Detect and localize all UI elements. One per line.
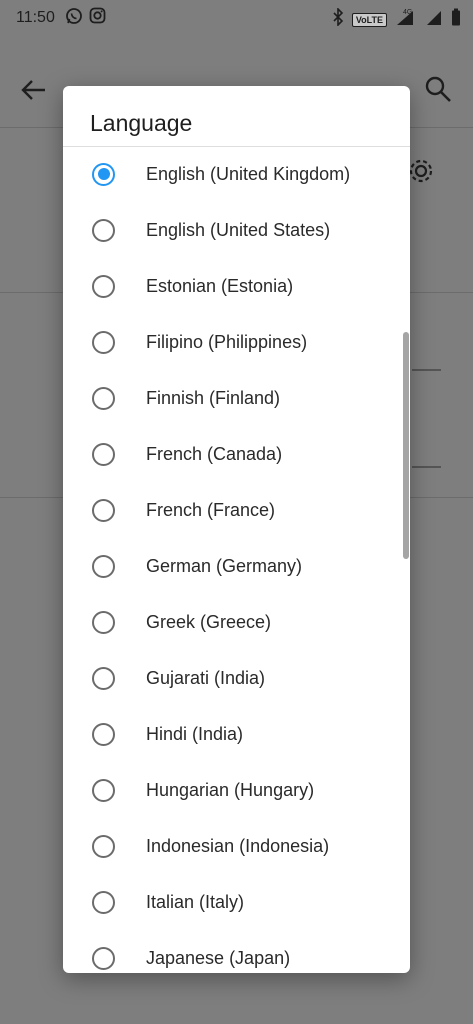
- volte-icon: VoLTE: [351, 12, 387, 27]
- signal-bars-icon: [425, 8, 443, 31]
- signal-4g-icon: 4G: [395, 8, 417, 31]
- language-option-label: Finnish (Finland): [146, 387, 281, 408]
- radio-unselected[interactable]: [92, 274, 115, 298]
- language-option[interactable]: Hungarian (Hungary): [63, 762, 410, 818]
- language-option-label: French (Canada): [146, 443, 283, 464]
- radio-selected[interactable]: [92, 162, 115, 186]
- language-option-label: Greek (Greece): [146, 611, 272, 632]
- gear-icon: [406, 156, 436, 191]
- language-option[interactable]: Finnish (Finland): [63, 370, 410, 426]
- language-option-label: Gujarati (India): [146, 667, 266, 688]
- instagram-icon: [89, 7, 106, 29]
- search-icon[interactable]: [423, 74, 453, 109]
- language-option-label: German (Germany): [146, 555, 303, 576]
- radio-unselected[interactable]: [92, 834, 115, 858]
- language-option[interactable]: Estonian (Estonia): [63, 258, 410, 314]
- radio-unselected[interactable]: [92, 946, 115, 970]
- language-option[interactable]: Gujarati (India): [63, 650, 410, 706]
- language-option[interactable]: Japanese (Japan): [63, 930, 410, 973]
- language-option[interactable]: German (Germany): [63, 538, 410, 594]
- status-bar: 11:50 VoLTE 4G: [0, 0, 473, 36]
- dialog-title: Language: [90, 110, 193, 136]
- language-option-label: English (United States): [146, 219, 331, 240]
- language-options-list[interactable]: English (United Kingdom) English (United …: [63, 147, 410, 973]
- language-dialog: Language English (United Kingdom) English…: [63, 86, 410, 973]
- language-option[interactable]: Indonesian (Indonesia): [63, 818, 410, 874]
- language-option[interactable]: Filipino (Philippines): [63, 314, 410, 370]
- field-underline: [412, 369, 441, 371]
- language-option[interactable]: Hindi (India): [63, 706, 410, 762]
- language-option[interactable]: English (United States): [63, 202, 410, 258]
- language-option[interactable]: Greek (Greece): [63, 594, 410, 650]
- language-option-label: Hungarian (Hungary): [146, 779, 315, 800]
- language-option-label: English (United Kingdom): [146, 163, 351, 184]
- battery-icon: [451, 8, 461, 31]
- language-option-label: Hindi (India): [146, 723, 244, 744]
- language-option-label: Indonesian (Indonesia): [146, 835, 330, 856]
- radio-unselected[interactable]: [92, 330, 115, 354]
- radio-unselected[interactable]: [92, 610, 115, 634]
- radio-unselected[interactable]: [92, 442, 115, 466]
- scrollbar-thumb[interactable]: [403, 332, 409, 559]
- radio-unselected[interactable]: [92, 722, 115, 746]
- language-option-label: French (France): [146, 499, 276, 520]
- radio-unselected[interactable]: [92, 554, 115, 578]
- language-option[interactable]: French (France): [63, 482, 410, 538]
- status-time: 11:50: [16, 9, 55, 26]
- language-option-label: Japanese (Japan): [146, 947, 291, 968]
- language-option[interactable]: English (United Kingdom): [63, 147, 410, 202]
- language-option-label: Italian (Italy): [146, 891, 245, 912]
- radio-unselected[interactable]: [92, 666, 115, 690]
- radio-unselected[interactable]: [92, 386, 115, 410]
- language-option-label: Filipino (Philippines): [146, 331, 308, 352]
- field-underline: [412, 466, 441, 468]
- bluetooth-icon: [332, 7, 344, 31]
- radio-unselected[interactable]: [92, 218, 115, 242]
- language-option[interactable]: French (Canada): [63, 426, 410, 482]
- arrow-left-icon[interactable]: [20, 76, 48, 109]
- whatsapp-icon: [65, 7, 83, 30]
- radio-unselected[interactable]: [92, 778, 115, 802]
- radio-unselected[interactable]: [92, 890, 115, 914]
- language-option-label: Estonian (Estonia): [146, 275, 294, 296]
- language-option[interactable]: Italian (Italy): [63, 874, 410, 930]
- radio-unselected[interactable]: [92, 498, 115, 522]
